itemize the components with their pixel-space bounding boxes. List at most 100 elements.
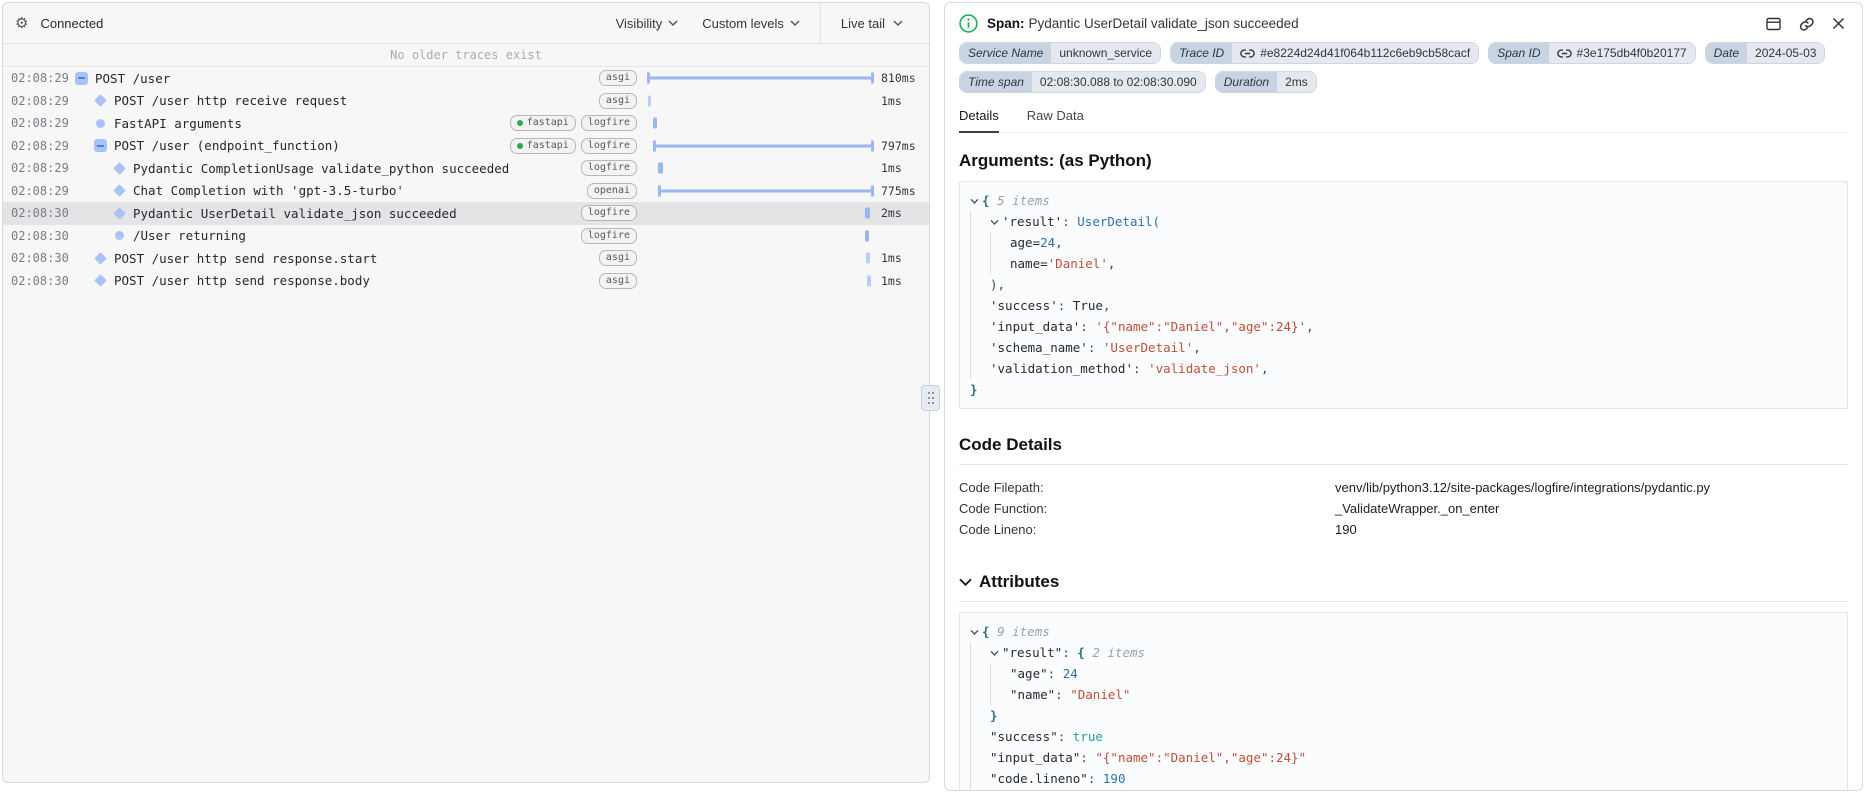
- badge-row-2: Time span 02:08:30.088 to 02:08:30.090 Dur…: [959, 71, 1848, 93]
- duration-track: [648, 225, 873, 248]
- tag-group: logfire: [580, 205, 637, 222]
- badge-value[interactable]: #3e175db4f0b20177: [1548, 43, 1695, 63]
- chevron-down-icon: [790, 20, 800, 26]
- code-line: 'result': UserDetail(: [970, 211, 1837, 232]
- dock-panel-icon[interactable]: [1765, 16, 1782, 32]
- badge-label: Duration: [1215, 72, 1278, 92]
- span-time: 02:08:29: [11, 71, 69, 86]
- link-icon: [1556, 48, 1572, 58]
- badge-time-span: Time span 02:08:30.088 to 02:08:30.090: [959, 71, 1206, 93]
- diamond-icon: [111, 206, 128, 220]
- close-icon[interactable]: [1831, 16, 1846, 31]
- collapse-chevron-icon[interactable]: [990, 211, 999, 232]
- span-duration-bar: [658, 185, 874, 197]
- indent-guide: [970, 663, 990, 684]
- attributes-heading[interactable]: Attributes: [959, 572, 1848, 602]
- trace-row[interactable]: 02:08:29 POST /user asgi 810ms: [3, 67, 929, 90]
- duration-track: [648, 247, 873, 270]
- badge-span-id: Span ID #3e175db4f0b20177: [1488, 42, 1696, 64]
- tag-asgi[interactable]: asgi: [598, 70, 637, 87]
- collapse-chevron-icon[interactable]: [959, 578, 972, 586]
- trace-row[interactable]: 02:08:29 FastAPI arguments fastapi logfire: [3, 112, 929, 135]
- duration-label: 2ms: [881, 206, 902, 221]
- collapse-chevron-icon[interactable]: [970, 621, 979, 642]
- trace-row[interactable]: 02:08:29 Pydantic CompletionUsage validat…: [3, 157, 929, 180]
- indent-guide: [970, 789, 990, 790]
- badge-value: 2ms: [1277, 72, 1316, 92]
- tag-fastapi[interactable]: fastapi: [509, 115, 576, 132]
- circle-icon: [111, 231, 128, 241]
- trace-row[interactable]: 02:08:29 Chat Completion with 'gpt-3.5-tu…: [3, 180, 929, 203]
- code-line: }: [970, 705, 1837, 726]
- diamond-icon: [111, 161, 128, 175]
- span-label: /User returning: [133, 228, 246, 244]
- span-label: Pydantic CompletionUsage validate_python…: [133, 160, 510, 176]
- trace-row[interactable]: 02:08:30 POST /user http send response.st…: [3, 247, 929, 270]
- tag-group: openai: [586, 182, 637, 199]
- tag-logfire[interactable]: logfire: [580, 227, 637, 244]
- code-line: age= 24,: [970, 232, 1837, 253]
- copy-link-icon[interactable]: [1798, 16, 1815, 32]
- panel-resize-handle[interactable]: [921, 385, 940, 411]
- tag-logfire[interactable]: logfire: [580, 115, 637, 132]
- tag-group: fastapi logfire: [509, 115, 637, 132]
- visibility-dropdown[interactable]: Visibility: [616, 16, 679, 31]
- arguments-code-block: { 5 items'result': UserDetail(age= 24, nam…: [959, 181, 1848, 409]
- code-line: "result": { 2 items: [970, 642, 1837, 663]
- indent-guide: [970, 747, 990, 768]
- trace-row[interactable]: 02:08:30 POST /user http send response.bo…: [3, 270, 929, 293]
- code-details-table: Code Filepath: venv/lib/python3.12/site-p…: [945, 477, 1862, 540]
- tag-asgi[interactable]: asgi: [598, 272, 637, 289]
- trace-row[interactable]: 02:08:30 Pydantic UserDetail validate_jso…: [3, 202, 929, 225]
- badge-label: Time span: [960, 72, 1032, 92]
- indent-guide: [970, 726, 990, 747]
- settings-gear-icon[interactable]: ⚙: [15, 14, 28, 32]
- live-tail-dropdown[interactable]: Live tail: [819, 3, 929, 43]
- indent-guide: [970, 768, 990, 789]
- indent-guide: [970, 705, 990, 726]
- span-time: 02:08:30: [11, 273, 69, 288]
- badge-service-name: Service Name unknown_service: [959, 42, 1162, 64]
- service-dot-icon: [516, 142, 523, 149]
- code-line: "name": "Daniel": [970, 684, 1837, 705]
- indent-guide: [970, 211, 990, 232]
- span-label: POST /user http send response.body: [114, 273, 370, 289]
- trace-row[interactable]: 02:08:30/User returning logfire: [3, 225, 929, 248]
- span-duration-tick: [866, 252, 871, 264]
- duration-track: [648, 157, 873, 180]
- tab-details[interactable]: Details: [959, 108, 999, 133]
- detail-tabs: Details Raw Data: [959, 108, 1848, 133]
- code-line: "code.lineno": 190: [970, 768, 1837, 789]
- badge-row-1: Service Name unknown_service Trace ID #e822…: [959, 42, 1848, 64]
- collapse-chevron-icon[interactable]: [990, 642, 999, 663]
- link-icon: [1240, 48, 1255, 58]
- trace-row[interactable]: 02:08:29 POST /user (endpoint_function) fa…: [3, 135, 929, 158]
- collapse-chevron-icon[interactable]: [970, 190, 979, 211]
- code-line: name= 'Daniel',: [970, 253, 1837, 274]
- trace-row[interactable]: 02:08:29 POST /user http receive request a…: [3, 90, 929, 113]
- span-time: 02:08:30: [11, 206, 69, 221]
- tag-openai[interactable]: openai: [586, 182, 637, 199]
- duration-track: [648, 135, 875, 158]
- tag-fastapi[interactable]: fastapi: [509, 137, 576, 154]
- duration-track: [648, 180, 874, 203]
- diamond-icon: [111, 184, 128, 198]
- trace-panel: ⚙ Connected Visibility Custom levels Liv…: [2, 2, 930, 783]
- code-line: 'success': True,: [970, 295, 1837, 316]
- duration-track: [648, 270, 873, 293]
- badge-label: Service Name: [960, 43, 1052, 63]
- badge-value[interactable]: #e8224d24d41f064b112c6eb9cb58cacf: [1232, 43, 1479, 63]
- tag-asgi[interactable]: asgi: [598, 92, 637, 109]
- span-duration-tick: [865, 230, 870, 242]
- tag-group: asgi: [598, 250, 637, 267]
- custom-levels-dropdown[interactable]: Custom levels: [702, 16, 800, 31]
- tag-asgi[interactable]: asgi: [598, 250, 637, 267]
- tag-logfire[interactable]: logfire: [580, 160, 637, 177]
- tag-logfire[interactable]: logfire: [580, 205, 637, 222]
- tab-raw-data[interactable]: Raw Data: [1027, 108, 1084, 132]
- span-time: 02:08:30: [11, 228, 69, 243]
- collapse-square-icon[interactable]: [73, 71, 90, 85]
- collapse-square-icon[interactable]: [92, 139, 109, 153]
- span-label: POST /user http send response.start: [114, 250, 378, 266]
- tag-logfire[interactable]: logfire: [580, 137, 637, 154]
